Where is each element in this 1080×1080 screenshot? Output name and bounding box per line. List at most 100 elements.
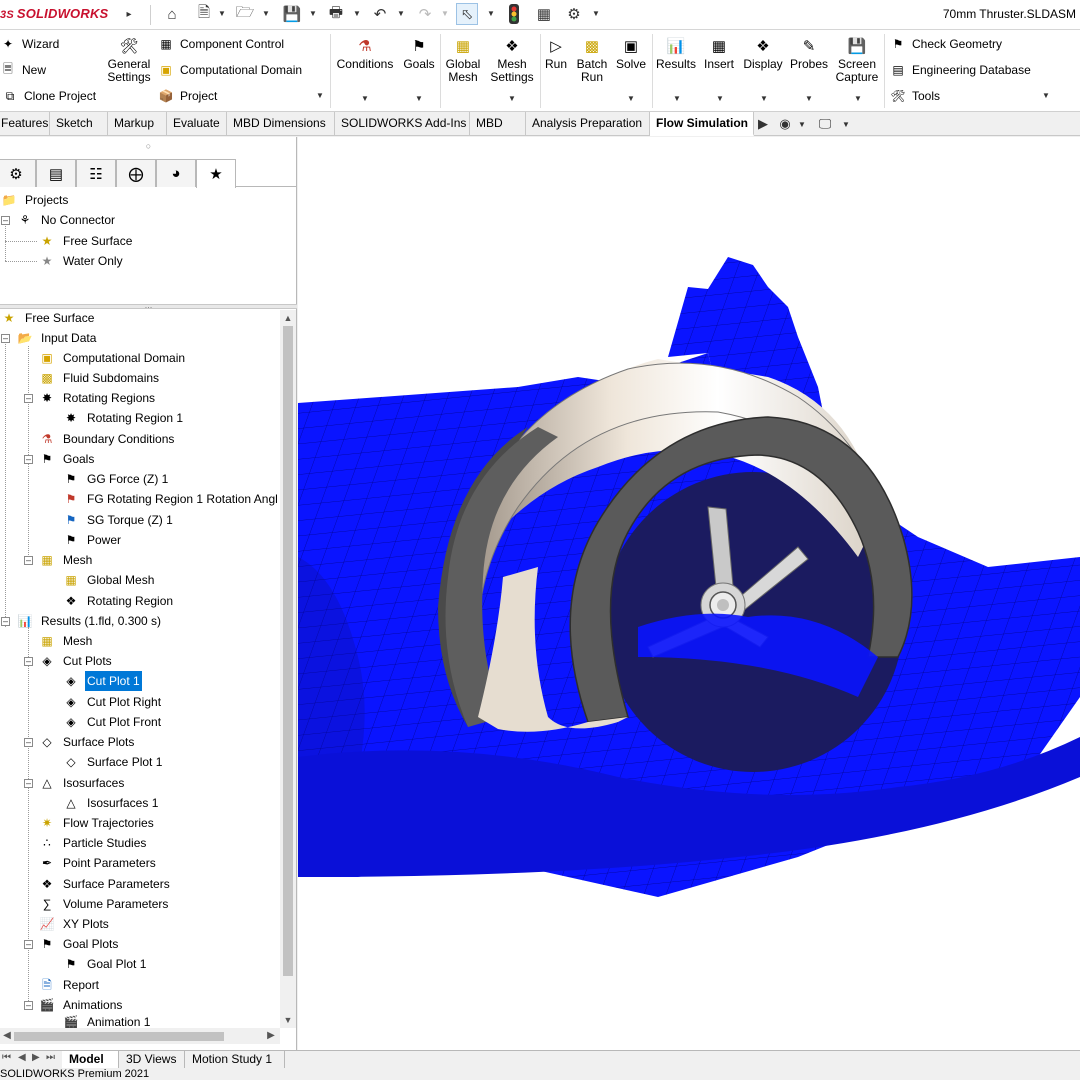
- tab-motion-study-1[interactable]: Motion Study 1: [185, 1051, 285, 1069]
- new-project-button[interactable]: 🗏 New: [0, 62, 46, 78]
- scroll-thumb[interactable]: [283, 326, 293, 976]
- open-folder-icon[interactable]: 🗁: [234, 3, 256, 25]
- last-tab-icon[interactable]: ⏭: [46, 1052, 55, 1063]
- expander-goal-plots[interactable]: –: [24, 940, 33, 949]
- tree-results[interactable]: 📊 Results (1.fld, 0.300 s): [16, 611, 163, 631]
- scene-dropdown-icon[interactable]: ▼: [798, 120, 806, 129]
- tree-cut-plot-front[interactable]: ◈ Cut Plot Front: [62, 712, 163, 732]
- tools-dropdown-icon[interactable]: ▼: [1042, 91, 1050, 100]
- flow-scene-icon[interactable]: ◉: [774, 113, 796, 135]
- undo-icon[interactable]: ↶: [369, 3, 391, 25]
- save-dropdown-icon[interactable]: ▼: [309, 9, 317, 18]
- tree-particle-studies[interactable]: ∴ Particle Studies: [38, 833, 148, 853]
- expander-goals[interactable]: –: [24, 455, 33, 464]
- prev-tab-icon[interactable]: ◀: [18, 1052, 26, 1063]
- conditions-button[interactable]: ⚗ Conditions: [334, 38, 396, 71]
- tree-computational-domain[interactable]: ▣ Computational Domain: [38, 348, 187, 368]
- tab-evaluate[interactable]: Evaluate: [167, 112, 227, 136]
- print-dropdown-icon[interactable]: ▼: [353, 9, 361, 18]
- panel-grip[interactable]: ○: [0, 137, 297, 157]
- tree-goal-power[interactable]: ⚑ Power: [62, 530, 123, 550]
- global-mesh-button[interactable]: ▦ Global Mesh: [442, 38, 484, 84]
- select-cursor-icon[interactable]: ⬁: [456, 3, 478, 25]
- solidworks-logo[interactable]: 3S SOLIDWORKS: [0, 6, 108, 21]
- tree-goal-plots[interactable]: ⚑ Goal Plots: [38, 934, 120, 954]
- results-dropdown-icon[interactable]: ▼: [673, 94, 681, 103]
- traffic-light-rebuild-icon[interactable]: [503, 3, 525, 25]
- tree-isosurfaces-1[interactable]: △ Isosurfaces 1: [62, 793, 160, 813]
- tab-analysis-preparation[interactable]: Analysis Preparation: [526, 112, 650, 136]
- tree-flow-trajectories[interactable]: ✷ Flow Trajectories: [38, 813, 156, 833]
- tab-3d-views[interactable]: 3D Views: [119, 1051, 185, 1069]
- clone-project-button[interactable]: ⧉ Clone Project: [2, 88, 96, 104]
- tab-markup[interactable]: Markup: [108, 112, 167, 136]
- expander-isosurfaces[interactable]: –: [24, 779, 33, 788]
- undo-dropdown-icon[interactable]: ▼: [397, 9, 405, 18]
- project-button[interactable]: 📦 Project: [158, 88, 218, 104]
- component-control-button[interactable]: ▦ Component Control: [158, 36, 284, 52]
- tree-project-water-only[interactable]: ★ Water Only: [38, 251, 125, 271]
- home-icon[interactable]: ⌂: [161, 3, 183, 25]
- new-document-icon[interactable]: 🗎: [193, 3, 215, 25]
- tree-mesh-rotating-region[interactable]: ❖ Rotating Region: [62, 591, 175, 611]
- tab-model[interactable]: Model: [62, 1051, 119, 1069]
- tree-cut-plots[interactable]: ◈ Cut Plots: [38, 651, 114, 671]
- scroll-right-icon[interactable]: ▶: [264, 1028, 278, 1044]
- tree-surface-plots[interactable]: ◇ Surface Plots: [38, 732, 136, 752]
- scroll-up-icon[interactable]: ▲: [280, 310, 296, 326]
- mesh-settings-dropdown-icon[interactable]: ▼: [508, 94, 516, 103]
- display-manager-tab-icon[interactable]: ◕: [156, 159, 196, 187]
- tab-flow-simulation[interactable]: Flow Simulation: [650, 112, 754, 136]
- print-icon[interactable]: 🖶: [325, 3, 347, 25]
- expander-cut-plots[interactable]: –: [24, 657, 33, 666]
- tree-cut-plot-right[interactable]: ◈ Cut Plot Right: [62, 692, 163, 712]
- save-icon[interactable]: 💾: [281, 3, 303, 25]
- tab-mbd[interactable]: MBD: [470, 112, 526, 136]
- tools-button[interactable]: 🛠 Tools: [890, 88, 940, 104]
- mesh-settings-button[interactable]: ❖ Mesh Settings: [486, 38, 538, 84]
- open-dropdown-icon[interactable]: ▼: [262, 9, 270, 18]
- tab-sketch[interactable]: Sketch: [50, 112, 108, 136]
- tree-fluid-subdomains[interactable]: ▩ Fluid Subdomains: [38, 368, 161, 388]
- file-properties-icon[interactable]: ▦: [533, 3, 555, 25]
- tree-goal-plot-1[interactable]: ⚑ Goal Plot 1: [62, 954, 148, 974]
- tree-config-no-connector[interactable]: ⚘ No Connector: [16, 210, 117, 230]
- display-dropdown-icon[interactable]: ▼: [760, 94, 768, 103]
- feature-manager-tab-icon[interactable]: ⚙: [0, 159, 36, 187]
- general-settings-button[interactable]: 🛠 General Settings: [104, 38, 154, 84]
- tree-report[interactable]: 🗎 Report: [38, 975, 101, 995]
- display-button[interactable]: ❖ Display: [741, 38, 785, 71]
- tree-xy-plots[interactable]: 📈 XY Plots: [38, 914, 111, 934]
- tree-rotating-regions[interactable]: ✸ Rotating Regions: [38, 388, 157, 408]
- expander-rotating-regions[interactable]: –: [24, 394, 33, 403]
- probes-dropdown-icon[interactable]: ▼: [805, 94, 813, 103]
- expander-input-data[interactable]: –: [1, 334, 10, 343]
- graphics-area[interactable]: [298, 137, 1080, 1050]
- tree-results-mesh[interactable]: ▦ Mesh: [38, 631, 94, 651]
- tree-volume-parameters[interactable]: ∑ Volume Parameters: [38, 894, 170, 914]
- expander-animations[interactable]: –: [24, 1001, 33, 1010]
- options-gear-icon[interactable]: ⚙: [563, 3, 585, 25]
- tree-horizontal-scrollbar[interactable]: ◀ ▶: [0, 1028, 280, 1044]
- new-dropdown-icon[interactable]: ▼: [218, 9, 226, 18]
- flow-play-icon[interactable]: ▶: [752, 113, 774, 135]
- tree-surface-parameters[interactable]: ❖ Surface Parameters: [38, 874, 172, 894]
- goals-button[interactable]: ⚑ Goals: [400, 38, 438, 71]
- solve-button[interactable]: ▣ Solve: [612, 38, 650, 71]
- tab-solidworks-add-ins[interactable]: SOLIDWORKS Add-Ins: [335, 112, 470, 136]
- dimxpert-tab-icon[interactable]: ⨁: [116, 159, 156, 187]
- screen-capture-dropdown-icon[interactable]: ▼: [854, 94, 862, 103]
- wizard-button[interactable]: ✦ Wizard: [0, 36, 59, 52]
- display-monitor-icon[interactable]: 🖵: [814, 113, 836, 135]
- batch-run-button[interactable]: ▩ Batch Run: [574, 38, 610, 84]
- expander-no-connector[interactable]: –: [1, 216, 10, 225]
- tab-mbd-dimensions[interactable]: MBD Dimensions: [227, 112, 335, 136]
- engineering-database-button[interactable]: ▤ Engineering Database: [890, 62, 1030, 78]
- tree-goal-fg-rotation-angle[interactable]: ⚑ FG Rotating Region 1 Rotation Angl: [62, 489, 280, 509]
- insert-dropdown-icon[interactable]: ▼: [716, 94, 724, 103]
- tree-goal-sg-torque[interactable]: ⚑ SG Torque (Z) 1: [62, 510, 175, 530]
- scroll-down-icon[interactable]: ▼: [280, 1012, 296, 1028]
- tree-animation-1[interactable]: 🎬 Animation 1: [62, 1015, 152, 1029]
- tree-rotating-region-1[interactable]: ✸ Rotating Region 1: [62, 408, 185, 428]
- goals-dropdown-icon[interactable]: ▼: [415, 94, 423, 103]
